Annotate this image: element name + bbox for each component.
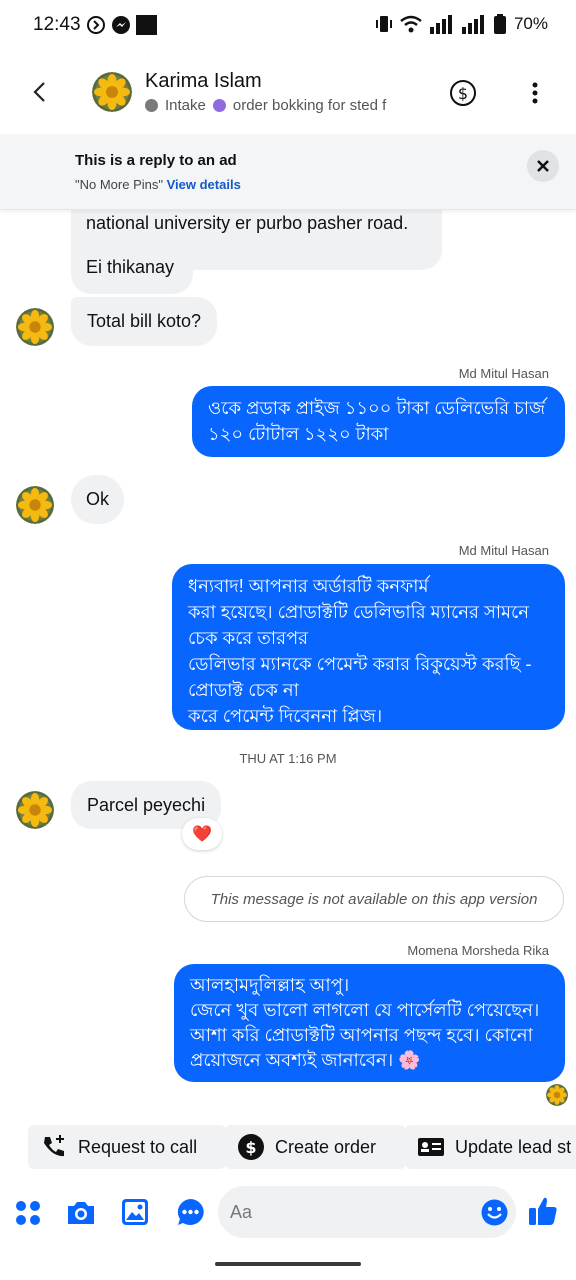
sender-name: Momena Morsheda Rika: [407, 943, 549, 958]
seen-avatar: [546, 1084, 568, 1106]
message-line: করা হয়েছে। প্রোডাক্টটি ডেলিভারি ম্যানের…: [188, 602, 530, 622]
message-line: করে পেমেন্ট দিবেননা প্লিজ।: [188, 706, 383, 726]
heart-reaction[interactable]: ❤️: [182, 818, 222, 850]
outgoing-message[interactable]: আলহামদুলিল্লাহ আপু। জেনে খুব ভালো লাগলো …: [174, 964, 565, 1082]
signal-icon-2: [461, 15, 484, 34]
svg-text:$: $: [458, 84, 468, 103]
create-order-label: Create order: [275, 1136, 377, 1157]
update-lead-label: Update lead st: [455, 1136, 572, 1157]
back-arrow-icon[interactable]: [28, 80, 52, 104]
message-text: Ok: [85, 489, 109, 509]
message-line: ধন্যবাদ! আপনার অর্ডারটি কনফার্ম: [188, 576, 429, 596]
message-line: ওকে প্রডাক প্রাইজ ১১০০ টাকা ডেলিভেরি চার…: [208, 398, 546, 418]
unavailable-text: This message is not available on this ap…: [210, 890, 538, 908]
tag-order: order bokking for sted f: [232, 97, 387, 114]
ad-banner-subtitle: "No More Pins" View details: [75, 177, 241, 192]
incoming-message[interactable]: Ok: [71, 475, 124, 524]
request-to-call-button[interactable]: Request to call: [28, 1125, 226, 1169]
unavailable-message: This message is not available on this ap…: [184, 876, 564, 922]
camera-icon[interactable]: [66, 1199, 96, 1226]
id-card-icon: [418, 1138, 444, 1156]
gallery-icon[interactable]: [121, 1198, 149, 1226]
more-options-icon[interactable]: [525, 80, 545, 106]
ad-banner-title: This is a reply to an ad: [75, 152, 237, 169]
message-input[interactable]: [218, 1186, 516, 1238]
status-time: 12:43: [33, 14, 81, 35]
ad-name: "No More Pins": [75, 177, 163, 192]
message-line: আলহামদুলিল্লাহ আপু।: [190, 975, 350, 995]
contact-name[interactable]: Karima Islam: [145, 70, 262, 93]
message-line: প্রোডাক্ট চেক না: [188, 680, 299, 700]
sender-name: Md Mitul Hasan: [458, 366, 549, 381]
update-lead-button[interactable]: Update lead st: [405, 1125, 576, 1169]
outgoing-message[interactable]: ওকে প্রডাক প্রাইজ ১১০০ টাকা ডেলিভেরি চার…: [192, 386, 565, 457]
sender-avatar[interactable]: [16, 486, 54, 524]
app-thumbnail-icon: [136, 15, 157, 35]
contact-avatar[interactable]: [92, 72, 132, 112]
tag-dot-order: [212, 99, 226, 112]
vibrate-icon: [375, 16, 392, 32]
contact-tags[interactable]: Intake order bokking for sted f: [145, 97, 415, 114]
create-order-button[interactable]: $ Create order: [225, 1125, 406, 1169]
thumbs-up-icon[interactable]: [528, 1195, 558, 1227]
dollar-icon[interactable]: $: [449, 79, 477, 107]
messenger-icon: [112, 16, 130, 34]
tag-intake: Intake: [165, 97, 206, 114]
close-icon: [537, 160, 549, 172]
saved-replies-icon[interactable]: [176, 1198, 205, 1227]
incoming-message[interactable]: Total bill koto?: [71, 297, 218, 346]
battery-icon: [493, 14, 506, 34]
status-icons: 70%: [375, 14, 548, 34]
battery-level: 70%: [513, 14, 548, 33]
message-line: আশা করি প্রোডাক্টটি আপনার পছন্দ হবে। কোন…: [190, 1025, 533, 1045]
view-details-link[interactable]: View details: [167, 177, 241, 192]
dollar-circle-icon: $: [238, 1134, 264, 1160]
heart-icon: ❤️: [192, 826, 212, 843]
sender-name: Md Mitul Hasan: [458, 543, 549, 558]
message-line: জেনে খুব ভালো লাগলো যে পার্সেলটি পেয়েছে…: [190, 1000, 540, 1020]
signal-icon-1: [429, 15, 452, 34]
sender-avatar[interactable]: [16, 308, 54, 346]
wifi-icon: [400, 15, 422, 33]
close-banner-button[interactable]: [527, 150, 559, 182]
apps-grid-icon[interactable]: [15, 1200, 41, 1226]
message-text: Parcel peyechi: [87, 794, 206, 815]
time-divider: THU AT 1:16 PM: [239, 751, 337, 766]
tag-dot-intake: [145, 99, 158, 112]
svg-text:$: $: [245, 1138, 256, 1157]
phone-plus-icon: [44, 1135, 64, 1157]
sync-icon: [87, 16, 105, 34]
message-text: national university er purbo pasher road…: [86, 213, 409, 233]
emoji-icon[interactable]: [481, 1199, 508, 1226]
message-text: Total bill koto?: [87, 311, 202, 331]
message-line: ডেলিভার ম্যানকে পেমেন্ট করার রিকুয়েস্ট …: [188, 654, 532, 674]
message-line: ১২০ টোটাল ১২২০ টাকা: [208, 424, 389, 444]
message-line: চেক করে তারপর: [188, 628, 309, 648]
message-text: Ei thikanay: [86, 257, 175, 277]
sender-avatar[interactable]: [16, 791, 54, 829]
request-to-call-label: Request to call: [78, 1136, 198, 1157]
home-indicator: [215, 1262, 361, 1266]
ad-reply-banner: [0, 134, 576, 210]
message-input-placeholder: Aa: [230, 1202, 253, 1222]
message-line: প্রয়োজনে অবশ্যই জানাবেন। 🌸: [190, 1050, 421, 1070]
outgoing-message[interactable]: ধন্যবাদ! আপনার অর্ডারটি কনফার্ম করা হয়ে…: [172, 564, 565, 730]
